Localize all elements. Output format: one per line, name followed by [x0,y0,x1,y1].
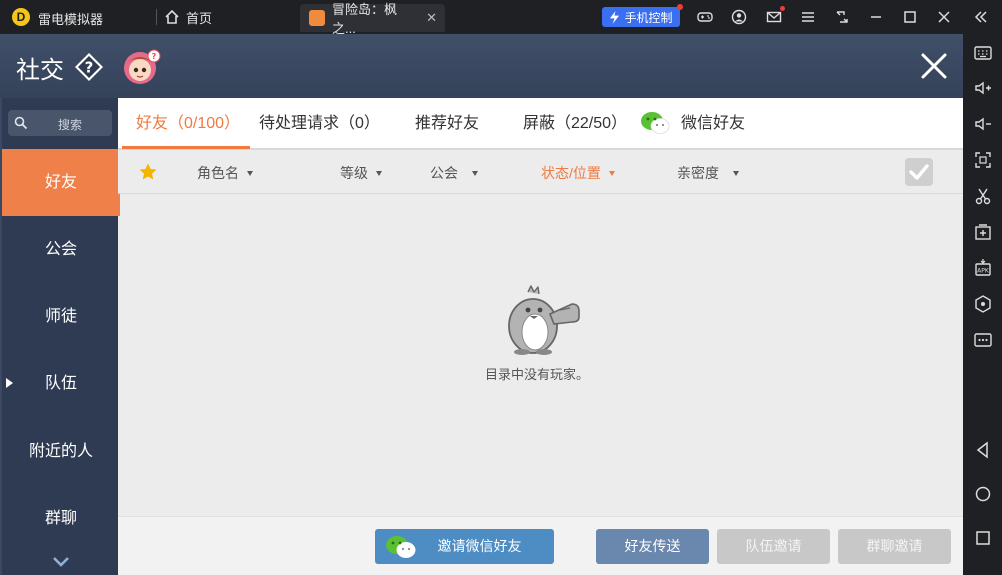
notification-dot [677,4,683,10]
volume-up-icon[interactable] [972,77,994,99]
column-guild-label: 公会 [430,165,458,181]
scissors-icon[interactable] [972,185,994,207]
party-invite-button[interactable]: 队伍邀请 [717,529,830,564]
column-status-location-label: 状态/位置 [541,165,601,181]
column-intimacy[interactable]: 亲密度 [677,163,739,183]
emulator-side-toolbar: APK [963,34,1002,575]
maximize-icon[interactable] [901,8,919,26]
menu-icon[interactable] [799,8,817,26]
wechat-icon [386,536,416,558]
tab-recommended[interactable]: 推荐好友 [415,98,479,150]
collapse-sidebar-icon[interactable] [972,8,990,26]
location-icon[interactable] [972,293,994,315]
phone-control-button[interactable]: 手机控制 [602,4,683,27]
account-icon[interactable] [730,8,748,26]
invite-wechat-friends-label: 邀请微信好友 [437,538,522,554]
ldplayer-logo-icon: D [12,8,30,26]
sort-caret-icon [472,170,478,176]
close-tab-icon[interactable]: ✕ [426,10,437,26]
home-nav-icon[interactable] [972,483,994,505]
active-tab-underline [122,146,250,149]
select-all-checkbox[interactable] [905,158,933,186]
sidebar-item-mentor[interactable]: 师徒 [2,283,120,350]
invite-wechat-friends-button[interactable]: 邀请微信好友 [375,529,554,564]
social-tabs: 好友（0/100） 待处理请求（0） 推荐好友 屏蔽（22/50） 微信好友 [118,98,963,150]
penguin-mascot-icon [508,285,580,355]
add-window-icon[interactable] [972,221,994,243]
column-level[interactable]: 等级 [340,163,382,183]
svg-text:?: ? [152,52,157,61]
home-tab[interactable]: 首页 [164,6,212,28]
friend-list-header: 角色名 等级 公会 状态/位置 亲密度 [118,150,963,194]
star-icon[interactable] [138,162,158,182]
gamepad-icon[interactable] [696,8,714,26]
tab-wechat-friends[interactable]: 微信好友 [681,98,745,150]
column-status-location[interactable]: 状态/位置 [541,163,615,183]
recent-apps-icon[interactable] [972,527,994,549]
empty-list-message: 目录中没有玩家。 [484,367,589,382]
more-options-icon[interactable] [972,329,994,351]
emulator-titlebar: D 雷电模拟器 首页 冒险岛：枫之... ✕ 手机控制 [0,0,1002,36]
fullscreen-icon[interactable] [972,149,994,171]
search-input[interactable]: 搜索 [8,110,112,136]
search-icon [14,116,28,130]
back-icon[interactable] [972,439,994,461]
character-avatar-icon[interactable]: ? [120,48,162,86]
tab-friends[interactable]: 好友（0/100） [136,98,240,150]
search-placeholder: 搜索 [58,118,83,132]
social-sidebar: 搜索 好友 公会 师徒 队伍 附近的人 群聊 [0,98,120,575]
column-level-label: 等级 [340,165,368,181]
svg-text:APK: APK [977,268,990,275]
sidebar-item-party[interactable]: 队伍 [2,350,120,417]
minimize-icon[interactable] [867,8,885,26]
tab-blocked[interactable]: 屏蔽（22/50） [523,98,627,150]
page-title: 社交 [16,57,64,84]
help-icon[interactable]: ? [74,52,104,82]
tab-pending-requests[interactable]: 待处理请求（0） [259,98,380,150]
lightning-icon [610,10,620,24]
group-chat-invite-button[interactable]: 群聊邀请 [838,529,951,564]
svg-text:?: ? [85,59,94,77]
game-tab-icon [309,10,325,26]
restore-window-icon[interactable] [833,8,851,26]
sort-caret-icon [247,170,253,176]
keyboard-icon[interactable] [972,42,994,64]
column-guild[interactable]: 公会 [430,163,478,183]
social-header: 社交 ? ? [0,34,963,98]
action-bar: 邀请微信好友 好友传送 队伍邀请 群聊邀请 [118,516,963,575]
close-window-icon[interactable] [935,8,953,26]
home-tab-label: 首页 [186,10,213,26]
sidebar-item-guild[interactable]: 公会 [2,216,120,283]
column-character-name[interactable]: 角色名 [197,163,253,183]
friend-teleport-button[interactable]: 好友传送 [596,529,709,564]
checkmark-icon [909,164,929,180]
column-character-name-label: 角色名 [197,165,239,181]
app-name: 雷电模拟器 [38,12,104,27]
titlebar-divider [156,9,157,25]
sort-caret-icon [376,170,382,176]
sidebar-item-friends[interactable]: 好友 [2,149,120,216]
close-icon[interactable] [918,50,950,82]
sort-caret-icon [608,170,615,176]
sidebar-item-nearby[interactable]: 附近的人 [2,418,120,485]
wechat-icon [641,112,670,134]
mail-icon[interactable] [765,6,785,26]
install-apk-icon[interactable]: APK [972,257,994,279]
sidebar-item-group-chat[interactable]: 群聊 [2,485,120,552]
social-window: 社交 ? ? 搜索 好友 公会 师徒 队伍 附近的人 群聊 好友（0/100） … [0,34,963,575]
phone-control-label: 手机控制 [624,10,673,25]
game-tab[interactable]: 冒险岛：枫之... ✕ [300,2,445,36]
game-tab-title: 冒险岛：枫之... [332,2,398,36]
sort-caret-icon [733,170,739,176]
chevron-down-icon[interactable] [52,556,70,568]
mail-notification-dot [780,6,785,11]
home-icon [165,9,179,24]
column-intimacy-label: 亲密度 [677,165,719,181]
volume-down-icon[interactable] [972,113,994,135]
